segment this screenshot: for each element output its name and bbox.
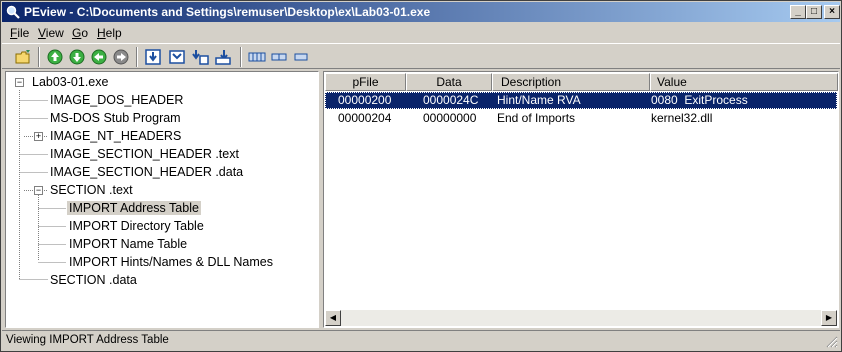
- menu-file-label: File: [10, 26, 30, 40]
- toolbar-separator: [240, 47, 242, 67]
- tree-item-section-text[interactable]: SECTION .text: [50, 181, 133, 199]
- down-arrow-icon[interactable]: [68, 48, 86, 66]
- maximize-button[interactable]: □: [806, 5, 822, 19]
- cell-pfile: 00000204: [338, 111, 392, 125]
- status-text: Viewing IMPORT Address Table: [6, 334, 169, 346]
- tree-item-label: MS-DOS Stub Program: [50, 111, 181, 125]
- view-section-icon[interactable]: [168, 48, 186, 66]
- tree-item-nt-headers[interactable]: IMAGE_NT_HEADERS: [50, 127, 181, 145]
- tree-item-dos-stub[interactable]: MS-DOS Stub Program: [50, 109, 181, 127]
- tree-pane[interactable]: − Lab03-01.exe IMAGE_DOS_HEADER MS-DOS S…: [5, 71, 319, 328]
- collapse-root-icon[interactable]: −: [15, 78, 24, 87]
- tree-item-label: IMAGE_DOS_HEADER: [50, 93, 184, 107]
- collapse-section-text-icon[interactable]: −: [34, 186, 43, 195]
- cell-description: End of Imports: [497, 111, 576, 125]
- tree-item-label: IMAGE_SECTION_HEADER .text: [50, 147, 239, 161]
- window-title: PEview - C:\Documents and Settings\remus…: [24, 5, 431, 19]
- toolbar: [2, 43, 840, 69]
- tree-item-import-address-table[interactable]: IMPORT Address Table: [67, 199, 201, 217]
- hex-view-icon[interactable]: [270, 48, 288, 66]
- column-header-pfile[interactable]: pFile: [325, 73, 406, 91]
- dword-icon[interactable]: [192, 48, 210, 66]
- tree-item-label: IMAGE_NT_HEADERS: [50, 129, 182, 143]
- tree-item-dos-header[interactable]: IMAGE_DOS_HEADER: [50, 91, 183, 109]
- toolbar-separator: [38, 47, 40, 67]
- menu-help[interactable]: Help: [97, 26, 122, 40]
- tree-item-section-header-data[interactable]: IMAGE_SECTION_HEADER .data: [50, 163, 243, 181]
- tree-item-label: IMPORT Directory Table: [69, 219, 204, 233]
- column-header-description[interactable]: Description: [492, 73, 650, 91]
- peview-window: PEview - C:\Documents and Settings\remus…: [0, 0, 842, 352]
- minimize-button[interactable]: _: [790, 5, 806, 19]
- column-header-value[interactable]: Value: [650, 73, 838, 91]
- status-bar: Viewing IMPORT Address Table: [2, 330, 840, 350]
- tree-item-section-header-text[interactable]: IMAGE_SECTION_HEADER .text: [50, 145, 239, 163]
- menu-go[interactable]: Go: [72, 26, 88, 40]
- tree-item-label: IMPORT Hints/Names & DLL Names: [69, 255, 273, 269]
- forward-arrow-icon[interactable]: [112, 48, 130, 66]
- tree-item-section-data[interactable]: SECTION .data: [50, 271, 137, 289]
- expand-nt-headers-icon[interactable]: +: [34, 132, 43, 141]
- tree-item-root[interactable]: Lab03-01.exe: [32, 73, 108, 91]
- title-bar[interactable]: PEview - C:\Documents and Settings\remus…: [2, 2, 840, 22]
- menu-view-label: View: [38, 26, 64, 40]
- close-button[interactable]: ×: [824, 5, 840, 19]
- cell-value: kernel32.dll: [651, 111, 713, 125]
- back-arrow-icon[interactable]: [90, 48, 108, 66]
- tree-item-label: Lab03-01.exe: [32, 75, 109, 89]
- menu-go-label: Go: [72, 26, 89, 40]
- scroll-left-icon[interactable]: ◀: [325, 310, 341, 326]
- cell-pfile: 00000200: [338, 93, 392, 107]
- tree-item-import-name-table[interactable]: IMPORT Name Table: [69, 235, 187, 253]
- word-icon[interactable]: [214, 48, 232, 66]
- menu-view[interactable]: View: [38, 26, 64, 40]
- view-header-icon[interactable]: [144, 48, 162, 66]
- tree-item-label: IMPORT Address Table: [67, 201, 201, 215]
- cell-data: 00000000: [423, 111, 477, 125]
- toolbar-separator: [136, 47, 138, 67]
- horizontal-scrollbar[interactable]: ◀ ▶: [325, 310, 837, 326]
- byte-view-icon[interactable]: [248, 48, 266, 66]
- cell-data: 0000024C: [423, 93, 479, 107]
- menu-file[interactable]: File: [10, 26, 29, 40]
- menu-bar: File View Go Help: [2, 23, 840, 42]
- detail-pane[interactable]: pFile Data Description Value 00000200 00…: [323, 71, 839, 328]
- tree-item-label: SECTION .data: [50, 273, 137, 287]
- cell-value: 0080 ExitProcess: [651, 93, 748, 107]
- menu-help-label: Help: [97, 26, 122, 40]
- tree-item-label: SECTION .text: [50, 183, 133, 197]
- table-row[interactable]: 00000200 0000024C Hint/Name RVA 0080 Exi…: [325, 92, 837, 109]
- text-view-icon[interactable]: [292, 48, 310, 66]
- tree-item-import-hints-names[interactable]: IMPORT Hints/Names & DLL Names: [69, 253, 273, 271]
- column-header-data[interactable]: Data: [406, 73, 492, 91]
- tree-item-import-directory-table[interactable]: IMPORT Directory Table: [69, 217, 204, 235]
- up-arrow-icon[interactable]: [46, 48, 64, 66]
- cell-description: Hint/Name RVA: [497, 93, 581, 107]
- resize-grip-icon[interactable]: [826, 336, 838, 348]
- tree-item-label: IMAGE_SECTION_HEADER .data: [50, 165, 244, 179]
- tree-item-label: IMPORT Name Table: [69, 237, 188, 251]
- magnifier-app-icon: [6, 5, 20, 19]
- table-row[interactable]: 00000204 00000000 End of Imports kernel3…: [325, 110, 837, 127]
- open-folder-icon[interactable]: [14, 48, 32, 66]
- scroll-right-icon[interactable]: ▶: [821, 310, 837, 326]
